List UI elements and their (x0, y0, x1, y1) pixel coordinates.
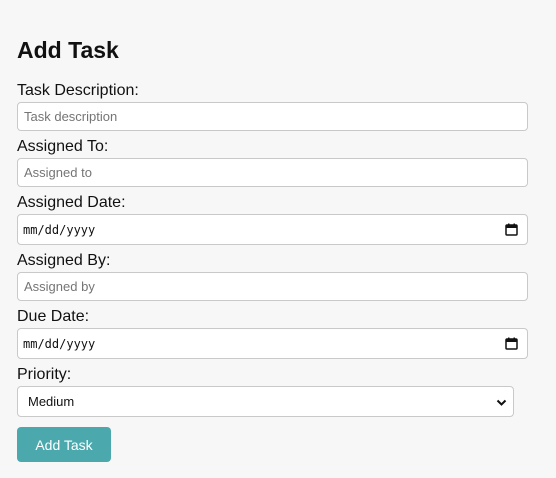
due-date-input[interactable]: mm/dd/yyyy (17, 328, 528, 359)
form-title: Add Task (17, 37, 119, 63)
task-description-placeholder: Task description (24, 109, 118, 124)
priority-select[interactable]: Medium (17, 386, 514, 417)
calendar-icon[interactable] (505, 337, 518, 350)
task-description-input[interactable]: Task description (17, 102, 528, 131)
assigned-to-input[interactable]: Assigned to (17, 158, 528, 187)
priority-label: Priority: (17, 366, 72, 383)
calendar-icon[interactable] (505, 223, 518, 236)
due-date-value: mm/dd/yyyy (23, 336, 96, 351)
priority-selected-value: Medium (28, 394, 75, 409)
assigned-date-label: Assigned Date: (17, 194, 126, 211)
task-description-label: Task Description: (17, 82, 139, 99)
assigned-by-placeholder: Assigned by (24, 279, 95, 294)
assigned-date-input[interactable]: mm/dd/yyyy (17, 214, 528, 245)
add-task-form: Add Task Task Description: Task descript… (0, 0, 556, 462)
assigned-to-label: Assigned To: (17, 138, 109, 155)
add-task-button[interactable]: Add Task (17, 427, 111, 462)
chevron-down-icon (496, 396, 507, 407)
assigned-to-placeholder: Assigned to (24, 165, 92, 180)
assigned-by-label: Assigned By: (17, 252, 111, 269)
due-date-label: Due Date: (17, 308, 90, 325)
assigned-date-value: mm/dd/yyyy (23, 222, 96, 237)
assigned-by-input[interactable]: Assigned by (17, 272, 528, 301)
